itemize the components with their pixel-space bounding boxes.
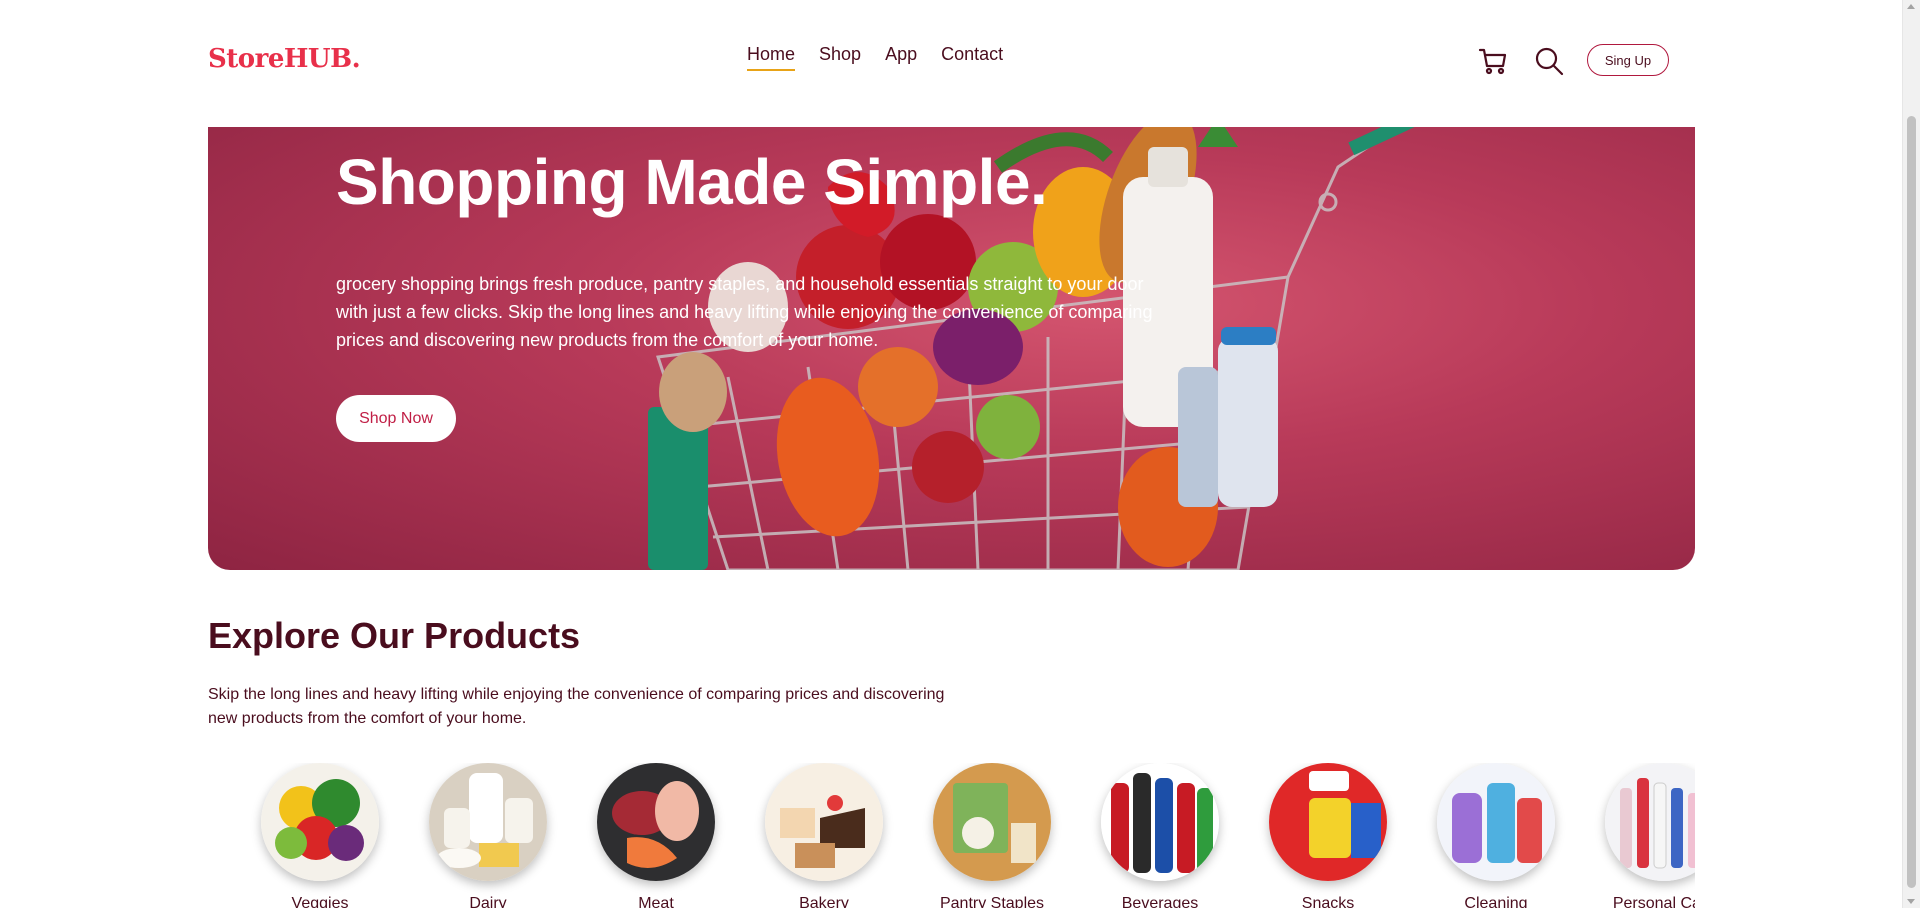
- category-image: [261, 763, 379, 881]
- hero-description: grocery shopping brings fresh produce, p…: [336, 274, 1153, 350]
- category-label: Veggies: [291, 895, 349, 908]
- scroll-down-icon[interactable]: [1907, 899, 1915, 904]
- category-image: [1269, 763, 1387, 881]
- category-image: [429, 763, 547, 881]
- category-label: Meat: [638, 895, 674, 908]
- category-list: Veggies Dairy Meat Bakery Pantry Staples…: [240, 763, 1695, 908]
- category-meat[interactable]: Meat: [576, 763, 736, 908]
- category-image: [765, 763, 883, 881]
- nav-shop[interactable]: Shop: [819, 44, 861, 71]
- category-label: Dairy: [469, 895, 507, 908]
- category-image: [933, 763, 1051, 881]
- page-scrollbar[interactable]: [1902, 0, 1920, 908]
- hero-banner: Shopping Made Simple. grocery shopping b…: [208, 127, 1695, 570]
- category-label: Cleaning: [1464, 895, 1528, 908]
- category-label: Beverages: [1121, 895, 1199, 908]
- shop-now-button[interactable]: Shop Now: [336, 395, 456, 442]
- section-description: Skip the long lines and heavy lifting wh…: [208, 686, 945, 727]
- category-dairy[interactable]: Dairy: [408, 763, 568, 908]
- cart-icon[interactable]: [1478, 46, 1508, 76]
- category-bakery[interactable]: Bakery: [744, 763, 904, 908]
- scroll-up-icon[interactable]: [1907, 4, 1915, 9]
- signup-button[interactable]: Sing Up: [1587, 44, 1669, 76]
- category-label: Snacks: [1301, 895, 1355, 908]
- category-label: Pantry Staples: [939, 895, 1045, 908]
- logo-text: StoreHUB: [208, 44, 352, 74]
- category-image: [1605, 763, 1695, 881]
- nav-app[interactable]: App: [885, 44, 917, 71]
- nav-home[interactable]: Home: [747, 44, 796, 71]
- logo-dot: .: [351, 44, 361, 74]
- nav-contact[interactable]: Contact: [941, 44, 1003, 71]
- category-image: [597, 763, 715, 881]
- category-cleaning[interactable]: Cleaning: [1416, 763, 1576, 908]
- category-image: [1101, 763, 1219, 881]
- category-snacks[interactable]: Snacks: [1248, 763, 1408, 908]
- category-personal-care[interactable]: Personal Care: [1584, 763, 1695, 908]
- section-title: Explore Our Products: [208, 615, 581, 656]
- category-beverages[interactable]: Beverages: [1080, 763, 1240, 908]
- category-pantry-staples[interactable]: Pantry Staples: [912, 763, 1072, 908]
- logo[interactable]: StoreHUB.: [208, 44, 361, 74]
- search-icon[interactable]: [1534, 46, 1564, 76]
- scrollbar-thumb[interactable]: [1907, 116, 1916, 888]
- hero-title: Shopping Made Simple.: [336, 146, 1048, 218]
- category-label: Bakery: [799, 895, 849, 908]
- main-nav: Home Shop App Contact: [747, 44, 1003, 71]
- category-veggies[interactable]: Veggies: [240, 763, 400, 908]
- category-image: [1437, 763, 1555, 881]
- category-label: Personal Care: [1612, 895, 1695, 908]
